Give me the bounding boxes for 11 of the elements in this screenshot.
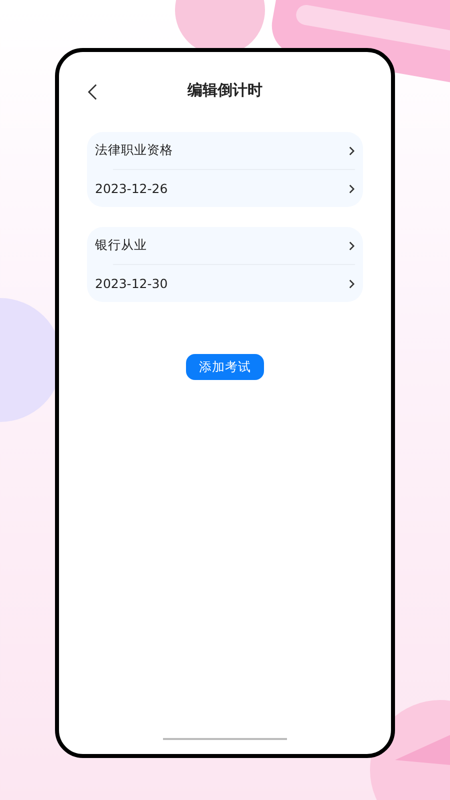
chevron-icon[interactable] (348, 278, 355, 288)
chevron-icon[interactable] (348, 240, 355, 250)
chevron-icon[interactable] (348, 184, 355, 194)
exam-name[interactable]: 银行从业 (95, 237, 147, 254)
add-exam-button[interactable]: 添加考试 (186, 354, 264, 380)
exam-date[interactable]: 2023-12-26 (95, 181, 168, 196)
exam-date[interactable]: 2023-12-30 (95, 276, 168, 291)
chevron-icon[interactable] (348, 146, 355, 156)
back-icon[interactable] (87, 83, 98, 101)
screen-title: 编辑倒计时 (188, 80, 262, 100)
exam-name[interactable]: 法律职业资格 (95, 142, 173, 159)
